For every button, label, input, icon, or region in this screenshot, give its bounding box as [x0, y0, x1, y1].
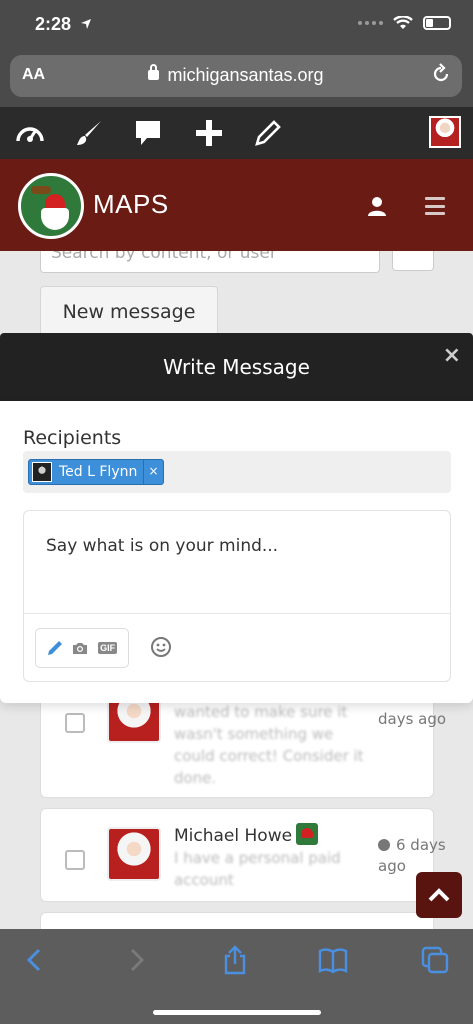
recipient-chip[interactable]: Ted L Flynn × — [28, 459, 164, 485]
plus-icon[interactable] — [193, 117, 225, 149]
brush-icon[interactable] — [73, 117, 105, 149]
modal-header: Write Message × — [0, 333, 473, 401]
pencil-icon[interactable] — [47, 640, 63, 656]
location-arrow-icon — [81, 19, 92, 29]
message-editor-placeholder: Say what is on your mind... — [46, 536, 279, 556]
modal-title: Write Message — [163, 355, 310, 379]
hamburger-menu-icon[interactable] — [425, 197, 445, 215]
status-icons — [358, 16, 451, 30]
lock-icon — [148, 64, 160, 80]
share-icon[interactable] — [220, 945, 250, 975]
search-button[interactable] — [392, 251, 434, 271]
chevron-up-icon — [428, 888, 450, 902]
message-sender-name: Michael Howe — [174, 826, 293, 846]
recipient-avatar — [32, 462, 52, 482]
message-item[interactable]: Michael Howe I have a personal paid acco… — [40, 808, 446, 902]
url-text: michigansantas.org — [167, 65, 324, 85]
url-display[interactable]: michigansantas.org — [10, 64, 462, 86]
user-icon[interactable] — [366, 195, 388, 217]
user-avatar[interactable] — [429, 116, 461, 148]
site-logo[interactable] — [18, 173, 84, 239]
new-message-button[interactable]: New message — [40, 286, 218, 336]
message-sender[interactable]: Michael Howe — [174, 823, 319, 846]
wifi-icon — [393, 16, 413, 29]
url-bar[interactable]: AA michigansantas.org — [10, 55, 462, 97]
status-time: 2:28 — [35, 14, 92, 35]
message-time: 6 days ago — [378, 835, 450, 877]
back-icon[interactable] — [20, 945, 50, 975]
gif-icon[interactable]: GIF — [98, 642, 118, 654]
status-time-text: 2:28 — [35, 14, 72, 34]
editor-divider — [24, 613, 450, 614]
browser-url-area: AA michigansantas.org — [0, 50, 473, 107]
message-avatar — [107, 827, 161, 881]
battery-icon — [423, 16, 451, 30]
remove-recipient-button[interactable]: × — [143, 460, 163, 484]
message-checkbox[interactable] — [65, 713, 85, 733]
recipients-label: Recipients — [23, 427, 122, 449]
message-editor[interactable]: Say what is on your mind... GIF — [23, 510, 451, 682]
clock-icon — [378, 839, 390, 851]
bookmarks-icon[interactable] — [318, 945, 348, 975]
scroll-to-top-button[interactable] — [416, 872, 462, 918]
message-checkbox[interactable] — [65, 850, 85, 870]
tabs-icon[interactable] — [420, 945, 450, 975]
comment-icon[interactable] — [132, 117, 164, 149]
santa-badge-icon — [296, 823, 319, 845]
emoji-icon[interactable] — [150, 636, 172, 658]
dashboard-icon[interactable] — [14, 117, 46, 149]
reload-icon[interactable] — [430, 63, 452, 85]
close-icon[interactable]: × — [443, 343, 461, 368]
camera-icon[interactable] — [72, 641, 88, 655]
search-input[interactable]: Search by content, or user — [40, 251, 380, 273]
home-indicator — [153, 1010, 321, 1015]
recipients-field[interactable]: Ted L Flynn × — [23, 451, 451, 493]
status-bar: 2:28 — [0, 0, 473, 50]
forward-icon[interactable] — [121, 945, 151, 975]
message-preview: I have a personal paid account — [174, 849, 341, 889]
recipient-name: Ted L Flynn — [59, 464, 138, 480]
signal-icon — [358, 21, 383, 25]
attachment-toolbar: GIF — [35, 628, 129, 668]
write-message-modal: Recipients Ted L Flynn × Say what is on … — [0, 401, 473, 703]
message-time: days ago — [378, 710, 447, 728]
pencil-icon[interactable] — [252, 117, 284, 149]
header-title[interactable]: MAPS — [93, 189, 169, 220]
site-toolbar — [0, 107, 473, 159]
message-preview: wanted to make sure it wasn't something … — [174, 703, 364, 787]
site-header: MAPS — [0, 159, 473, 251]
